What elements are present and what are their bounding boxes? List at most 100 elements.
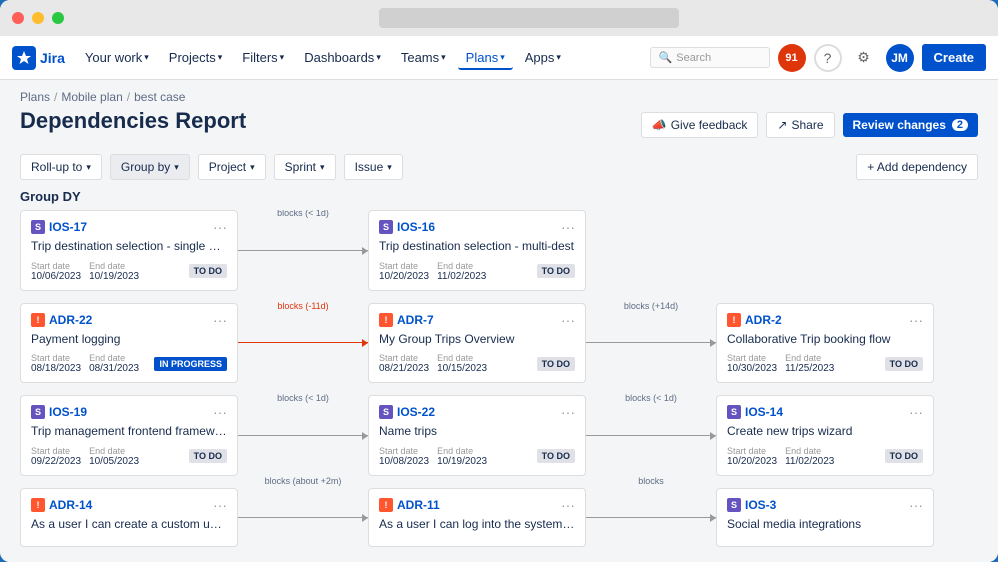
ios-icon: S bbox=[31, 405, 45, 419]
project-button[interactable]: Project ▾ bbox=[198, 154, 266, 180]
gear-icon: ⚙ bbox=[857, 49, 870, 66]
search-icon: 🔍 bbox=[659, 51, 673, 64]
chevron-icon: ▾ bbox=[441, 52, 446, 63]
issue-button[interactable]: Issue ▾ bbox=[344, 154, 403, 180]
card-ios14: S IOS-14 ··· Create new trips wizard Sta… bbox=[716, 395, 934, 476]
arrow-line-2b bbox=[586, 342, 716, 343]
breadcrumb-mobile-plan[interactable]: Mobile plan bbox=[61, 90, 122, 104]
more-menu-button[interactable]: ··· bbox=[213, 404, 227, 420]
jira-logo[interactable]: Jira bbox=[12, 46, 65, 70]
chevron-icon: ▾ bbox=[320, 162, 325, 173]
card-title: Trip destination selection - multi-dest bbox=[379, 239, 575, 255]
titlebar bbox=[0, 0, 998, 36]
toolbar: Roll-up to ▾ Group by ▾ Project ▾ Sprint… bbox=[0, 150, 998, 188]
card-adr2: ! ADR-2 ··· Collaborative Trip booking f… bbox=[716, 303, 934, 384]
nav-teams[interactable]: Teams ▾ bbox=[393, 46, 454, 69]
more-menu-button[interactable]: ··· bbox=[561, 404, 575, 420]
more-menu-button[interactable]: ··· bbox=[909, 404, 923, 420]
close-button[interactable] bbox=[12, 12, 24, 24]
add-dependency-button[interactable]: + Add dependency bbox=[856, 154, 978, 180]
connector-1: blocks (< 1d) bbox=[238, 225, 368, 275]
chevron-icon: ▾ bbox=[376, 52, 381, 63]
more-menu-button[interactable]: ··· bbox=[909, 312, 923, 328]
card-adr7: ! ADR-7 ··· My Group Trips Overview Star… bbox=[368, 303, 586, 384]
card-title: Name trips bbox=[379, 424, 575, 440]
card-ios22: S IOS-22 ··· Name trips Start date 10/08… bbox=[368, 395, 586, 476]
create-button[interactable]: Create bbox=[922, 44, 986, 71]
status-badge: TO DO bbox=[189, 449, 227, 463]
titlebar-search bbox=[379, 8, 679, 28]
breadcrumb-best-case[interactable]: best case bbox=[134, 90, 185, 104]
nav-dashboards[interactable]: Dashboards ▾ bbox=[296, 46, 389, 69]
give-feedback-button[interactable]: 📣 Give feedback bbox=[641, 112, 759, 138]
main-scroll[interactable]: S IOS-17 ··· Trip destination selection … bbox=[0, 210, 998, 562]
more-menu-button[interactable]: ··· bbox=[213, 497, 227, 513]
status-badge: TO DO bbox=[885, 357, 923, 371]
card-title: Trip management frontend framework bbox=[31, 424, 227, 440]
nav-apps[interactable]: Apps ▾ bbox=[517, 46, 569, 69]
search-box[interactable]: 🔍 Search bbox=[650, 47, 770, 68]
chevron-icon: ▾ bbox=[250, 162, 255, 173]
help-button[interactable]: ? bbox=[814, 44, 842, 72]
card-title: As a user I can create a custom user acc… bbox=[31, 517, 227, 533]
chevron-icon: ▾ bbox=[218, 52, 223, 63]
dep-row-4: ! ADR-14 ··· As a user I can create a cu… bbox=[20, 488, 978, 548]
notifications-button[interactable]: 91 bbox=[778, 44, 806, 72]
arrow-line-3b bbox=[586, 435, 716, 436]
status-badge: TO DO bbox=[537, 264, 575, 278]
chevron-icon: ▾ bbox=[174, 162, 179, 173]
user-avatar[interactable]: JM bbox=[886, 44, 914, 72]
chevron-icon: ▾ bbox=[280, 52, 285, 63]
adr-icon: ! bbox=[379, 313, 393, 327]
share-button[interactable]: ↗ Share bbox=[766, 112, 834, 138]
group-by-button[interactable]: Group by ▾ bbox=[110, 154, 190, 180]
feedback-icon: 📣 bbox=[652, 118, 667, 132]
more-menu-button[interactable]: ··· bbox=[561, 497, 575, 513]
group-label: Group DY bbox=[0, 188, 998, 210]
more-menu-button[interactable]: ··· bbox=[561, 219, 575, 235]
status-badge: TO DO bbox=[885, 449, 923, 463]
rollup-button[interactable]: Roll-up to ▾ bbox=[20, 154, 102, 180]
sprint-button[interactable]: Sprint ▾ bbox=[274, 154, 336, 180]
card-adr22: ! ADR-22 ··· Payment logging Start date … bbox=[20, 303, 238, 384]
content-area: Plans / Mobile plan / best case Dependen… bbox=[0, 80, 998, 562]
ios-icon: S bbox=[31, 220, 45, 234]
dep-row-3: S IOS-19 ··· Trip management frontend fr… bbox=[20, 395, 978, 476]
nav-your-work[interactable]: Your work ▾ bbox=[77, 46, 157, 69]
adr-icon: ! bbox=[31, 313, 45, 327]
conn-label-1: blocks (< 1d) bbox=[274, 210, 332, 219]
more-menu-button[interactable]: ··· bbox=[213, 312, 227, 328]
arrow-line-4a bbox=[238, 517, 368, 518]
sub-header: Plans / Mobile plan / best case Dependen… bbox=[0, 80, 998, 150]
conn-label-3b: blocks (< 1d) bbox=[622, 392, 680, 404]
arrow-line-4b bbox=[586, 517, 716, 518]
action-right: 📣 Give feedback ↗ Share Review changes 2 bbox=[641, 112, 978, 138]
more-menu-button[interactable]: ··· bbox=[909, 497, 923, 513]
connector-3b: blocks (< 1d) bbox=[586, 410, 716, 460]
nav-plans[interactable]: Plans ▾ bbox=[458, 46, 513, 70]
status-badge: TO DO bbox=[189, 264, 227, 278]
jira-logo-text: Jira bbox=[40, 50, 65, 66]
connector-2b: blocks (+14d) bbox=[586, 318, 716, 368]
card-title: My Group Trips Overview bbox=[379, 332, 575, 348]
card-title: Create new trips wizard bbox=[727, 424, 923, 440]
more-menu-button[interactable]: ··· bbox=[213, 219, 227, 235]
adr-icon: ! bbox=[379, 498, 393, 512]
card-title: Collaborative Trip booking flow bbox=[727, 332, 923, 348]
card-adr11: ! ADR-11 ··· As a user I can log into th… bbox=[368, 488, 586, 548]
dep-row-1: S IOS-17 ··· Trip destination selection … bbox=[20, 210, 978, 291]
app-window: Jira Your work ▾ Projects ▾ Filters ▾ Da… bbox=[0, 0, 998, 562]
minimize-button[interactable] bbox=[32, 12, 44, 24]
more-menu-button[interactable]: ··· bbox=[561, 312, 575, 328]
share-icon: ↗ bbox=[777, 118, 787, 132]
settings-button[interactable]: ⚙ bbox=[850, 44, 878, 72]
nav-projects[interactable]: Projects ▾ bbox=[161, 46, 231, 69]
adr-icon: ! bbox=[31, 498, 45, 512]
breadcrumb-plans[interactable]: Plans bbox=[20, 90, 50, 104]
review-count-badge: 2 bbox=[952, 119, 968, 131]
navbar: Jira Your work ▾ Projects ▾ Filters ▾ Da… bbox=[0, 36, 998, 80]
page-title: Dependencies Report bbox=[20, 108, 246, 134]
review-changes-button[interactable]: Review changes 2 bbox=[843, 113, 979, 137]
nav-filters[interactable]: Filters ▾ bbox=[234, 46, 292, 69]
maximize-button[interactable] bbox=[52, 12, 64, 24]
